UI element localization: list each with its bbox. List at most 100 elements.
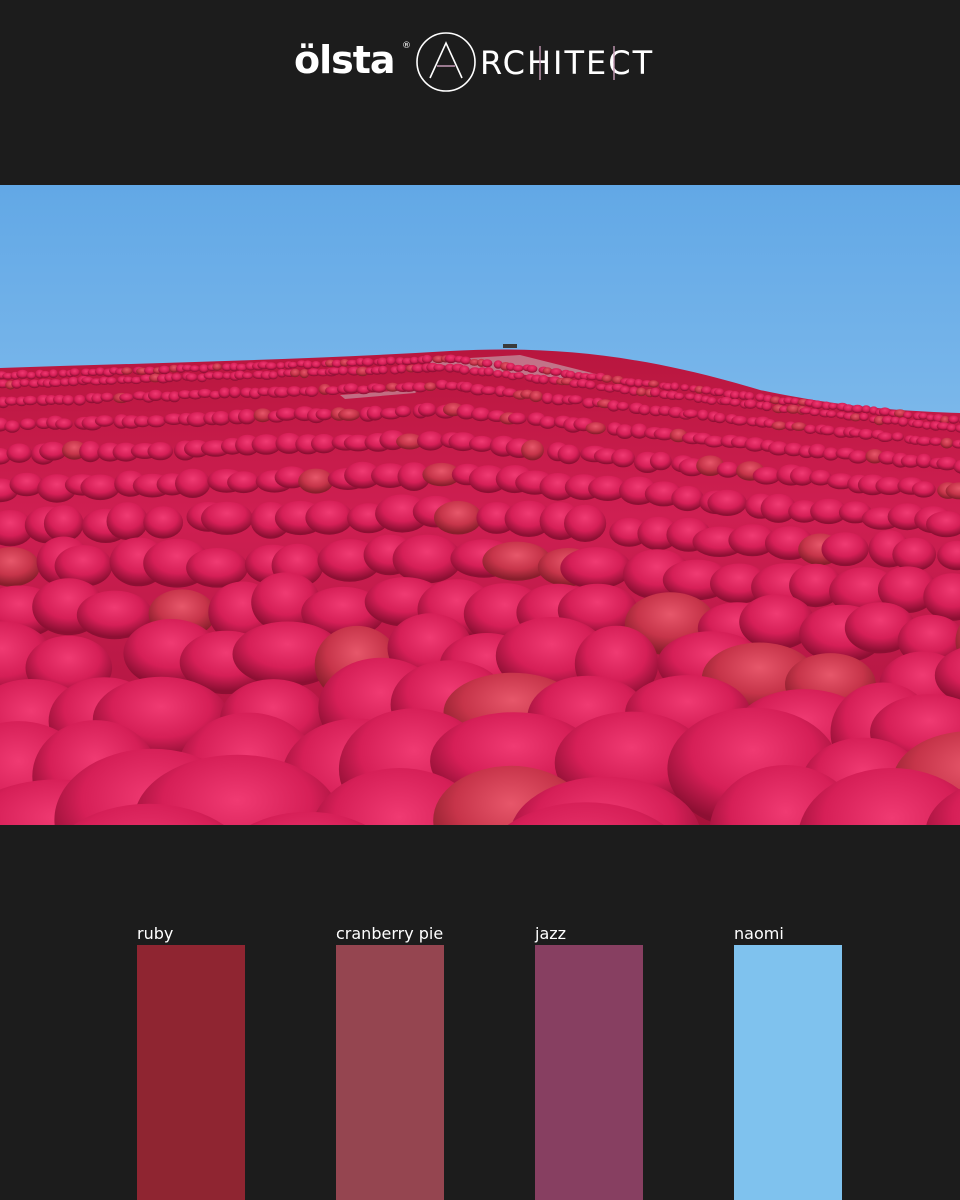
kochia-bush [4,420,20,433]
kochia-bush [227,471,261,494]
kochia-bush [729,398,741,407]
product-name: RCHITECT [480,44,654,82]
kochia-bush [585,422,606,435]
kochia-bush [911,481,936,498]
swatch-label: jazz [535,924,567,943]
kochia-bush [371,384,387,393]
kochia-bush [539,416,557,429]
kochia-bush [713,412,726,424]
kochia-bush [73,394,86,406]
kochia-bush [185,373,198,382]
kochia-bush [186,548,248,588]
kochia-bush [670,382,680,391]
brand-name: ölsta [294,38,395,82]
kochia-bush [23,395,38,406]
kochia-bush [121,367,133,375]
kochia-bush [714,388,725,397]
kochia-bush [648,380,659,388]
kochia-bush [946,424,957,432]
kochia-bush [338,408,360,421]
kochia-bush [892,537,937,572]
kochia-bush [825,410,837,418]
kochia-bush [828,402,838,410]
swatch-cranberry-pie: cranberry pie [336,924,444,1200]
kochia-bush [378,365,388,375]
swatch-color-block [535,945,643,1200]
swatch-color-block [336,945,444,1200]
kochia-bush [508,412,527,425]
kochia-bush [771,421,787,431]
kochia-bush [119,393,134,402]
kochia-bush [584,380,596,390]
kochia-bush [235,363,248,372]
kochia-bush [761,401,773,412]
kochia-bush [859,412,869,422]
kochia-bush [819,425,836,436]
kochia-bush [100,392,114,402]
kochia-bush [106,502,149,541]
kochia-bush [636,387,647,397]
kochia-bush [421,354,433,364]
kochia-bush [418,402,437,417]
kochia-bush [611,448,635,468]
swatch-label: cranberry pie [336,924,444,943]
hilltop-structure [503,344,517,348]
kochia-bush [433,363,446,372]
kochia-bush [897,417,909,427]
kochia-bush [682,409,699,419]
kochia-bush [671,485,704,512]
kochia-bush [541,392,554,405]
kochia-bush [809,408,820,417]
kochia-bush [649,387,661,398]
kochia-bush [55,418,73,430]
kochia-bush [105,377,117,385]
kochia-bush [601,374,613,383]
kochia-bush [940,437,953,449]
kochia-bush [848,450,868,464]
kochia-bush [19,418,37,430]
kochia-bush [550,368,563,376]
kochia-bush [265,362,277,371]
kochia-bush [201,501,253,535]
kochia-bush [434,500,482,535]
kochia-bush [417,431,445,451]
swatch-label: naomi [734,924,784,943]
kochia-bush [147,442,174,461]
kochia-bush [386,356,396,366]
kochia-bush [649,451,672,471]
registered-mark: ® [402,41,411,51]
kochia-bush [305,386,319,397]
kochia-bush [276,362,286,370]
kochia-bush [43,505,84,542]
kochia-bush [143,506,184,539]
kochia-bush [94,415,115,427]
kochia-bush [80,474,120,501]
swatch-naomi: naomi [734,924,842,1200]
kochia-bush [948,415,960,424]
kochia-bush [148,389,163,401]
kochia-bush [616,401,630,411]
kochia-bush [305,500,354,535]
kochia-bush [706,397,717,405]
swatch-color-block [734,945,842,1200]
swatch-ruby: ruby [137,924,245,1200]
kochia-bush [929,437,943,446]
kochia-bush [69,368,80,377]
kochia-bush [743,399,757,409]
kochia-bush [343,383,359,394]
kochia-bush [811,400,824,410]
kochia-bush [147,415,166,428]
kochia-bush [680,384,690,392]
kochia-bush [638,404,651,416]
kochia-field-photo [0,185,960,825]
kochia-bush [6,443,32,463]
kochia-field-image [0,185,960,825]
kochia-bush [212,363,222,371]
kochia-bush [242,372,253,380]
kochia-bush [211,411,231,426]
kochia-bush [171,373,183,382]
kochia-bush [513,372,525,380]
kochia-bush [396,364,407,374]
kochia-bush [526,365,538,373]
kochia-bush [538,374,549,385]
